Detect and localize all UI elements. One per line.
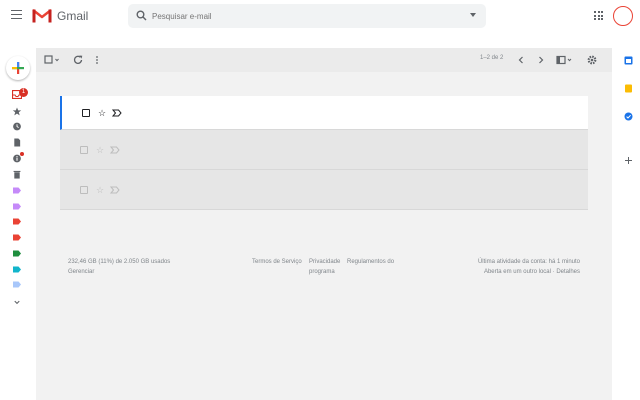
side-panel <box>614 48 640 400</box>
star-icon[interactable]: ☆ <box>96 186 104 195</box>
trash-icon[interactable] <box>12 170 22 179</box>
account-activity: Última atividade da conta: há 1 minuto A… <box>472 257 580 277</box>
account-avatar[interactable] <box>613 6 633 26</box>
important-marker-icon[interactable] <box>110 186 120 194</box>
storage-usage-text: 232,46 GB (11%) de 2.050 GB usados <box>68 259 171 265</box>
pagination-count: 1–2 de 2 <box>480 55 504 61</box>
search-icon[interactable] <box>136 10 147 21</box>
gmail-brand-text: Gmail <box>57 9 89 23</box>
label-tag-icon[interactable] <box>12 265 22 274</box>
gmail-logo-icon[interactable] <box>32 8 52 23</box>
search-bar <box>128 4 486 28</box>
message-row[interactable]: ☆ <box>60 170 588 210</box>
tasks-icon[interactable] <box>624 112 633 121</box>
manage-storage-link[interactable]: Gerenciar <box>68 267 170 277</box>
compose-plus-icon <box>12 62 24 74</box>
previous-page-icon[interactable] <box>516 53 526 67</box>
drafts-file-icon[interactable] <box>12 138 22 147</box>
select-all-checkbox[interactable] <box>44 53 62 67</box>
settings-gear-icon[interactable] <box>586 53 598 67</box>
split-pane-toggle-icon[interactable] <box>556 53 574 67</box>
program-policies-link-line2[interactable]: programa <box>309 267 335 277</box>
snoozed-clock-icon[interactable] <box>12 122 22 131</box>
privacy-link[interactable]: Privacidade <box>309 257 340 267</box>
label-tag-icon[interactable] <box>12 217 22 226</box>
refresh-icon[interactable] <box>72 53 84 67</box>
row-checkbox[interactable] <box>80 186 88 194</box>
last-activity-text: Última atividade da conta: há 1 minuto <box>477 259 580 265</box>
message-row[interactable]: ☆ <box>60 130 588 170</box>
important-alert-dot <box>20 152 24 156</box>
list-toolbar: 1–2 de 2 <box>36 48 612 72</box>
storage-info: 232,46 GB (11%) de 2.050 GB usados Geren… <box>68 257 170 277</box>
important-marker-icon[interactable] <box>110 146 120 154</box>
inbox-unread-badge: 1 <box>19 88 28 97</box>
label-tag-icon[interactable] <box>12 280 22 289</box>
important-marker-icon[interactable] <box>112 109 122 117</box>
main-panel: 1–2 de 2 ☆ ☆ ☆ 232,46 GB (11%) de 2.050 … <box>36 48 612 400</box>
open-elsewhere-text: Aberta em um outro local <box>483 269 551 275</box>
activity-details-link[interactable]: Detalhes <box>556 269 580 275</box>
terms-link[interactable]: Termos de Serviço <box>252 257 302 267</box>
search-options-chevron-icon[interactable] <box>470 13 476 17</box>
label-tag-icon[interactable] <box>12 233 22 242</box>
next-page-icon[interactable] <box>536 53 546 67</box>
calendar-icon[interactable] <box>624 56 633 65</box>
keep-notes-icon[interactable] <box>624 84 633 93</box>
program-policies-link[interactable]: Regulamentos do <box>347 257 394 267</box>
google-apps-icon[interactable] <box>594 11 603 20</box>
star-icon[interactable]: ☆ <box>98 109 106 118</box>
row-checkbox[interactable] <box>82 109 90 117</box>
starred-icon[interactable] <box>12 107 22 116</box>
row-checkbox[interactable] <box>80 146 88 154</box>
add-addon-plus-icon[interactable] <box>624 156 633 165</box>
label-tag-icon[interactable] <box>12 249 22 258</box>
message-list: ☆ ☆ ☆ <box>60 96 588 210</box>
star-icon[interactable]: ☆ <box>96 146 104 155</box>
message-row-active[interactable]: ☆ <box>60 96 588 130</box>
label-tag-icon[interactable] <box>12 186 22 195</box>
main-menu-icon[interactable] <box>11 10 22 19</box>
label-tag-icon[interactable] <box>12 202 22 211</box>
more-options-icon[interactable] <box>94 53 100 67</box>
more-chevron-down-icon[interactable] <box>12 298 22 307</box>
search-input[interactable] <box>152 8 452 24</box>
compose-button[interactable] <box>6 56 30 80</box>
top-bar: Gmail <box>0 0 640 32</box>
